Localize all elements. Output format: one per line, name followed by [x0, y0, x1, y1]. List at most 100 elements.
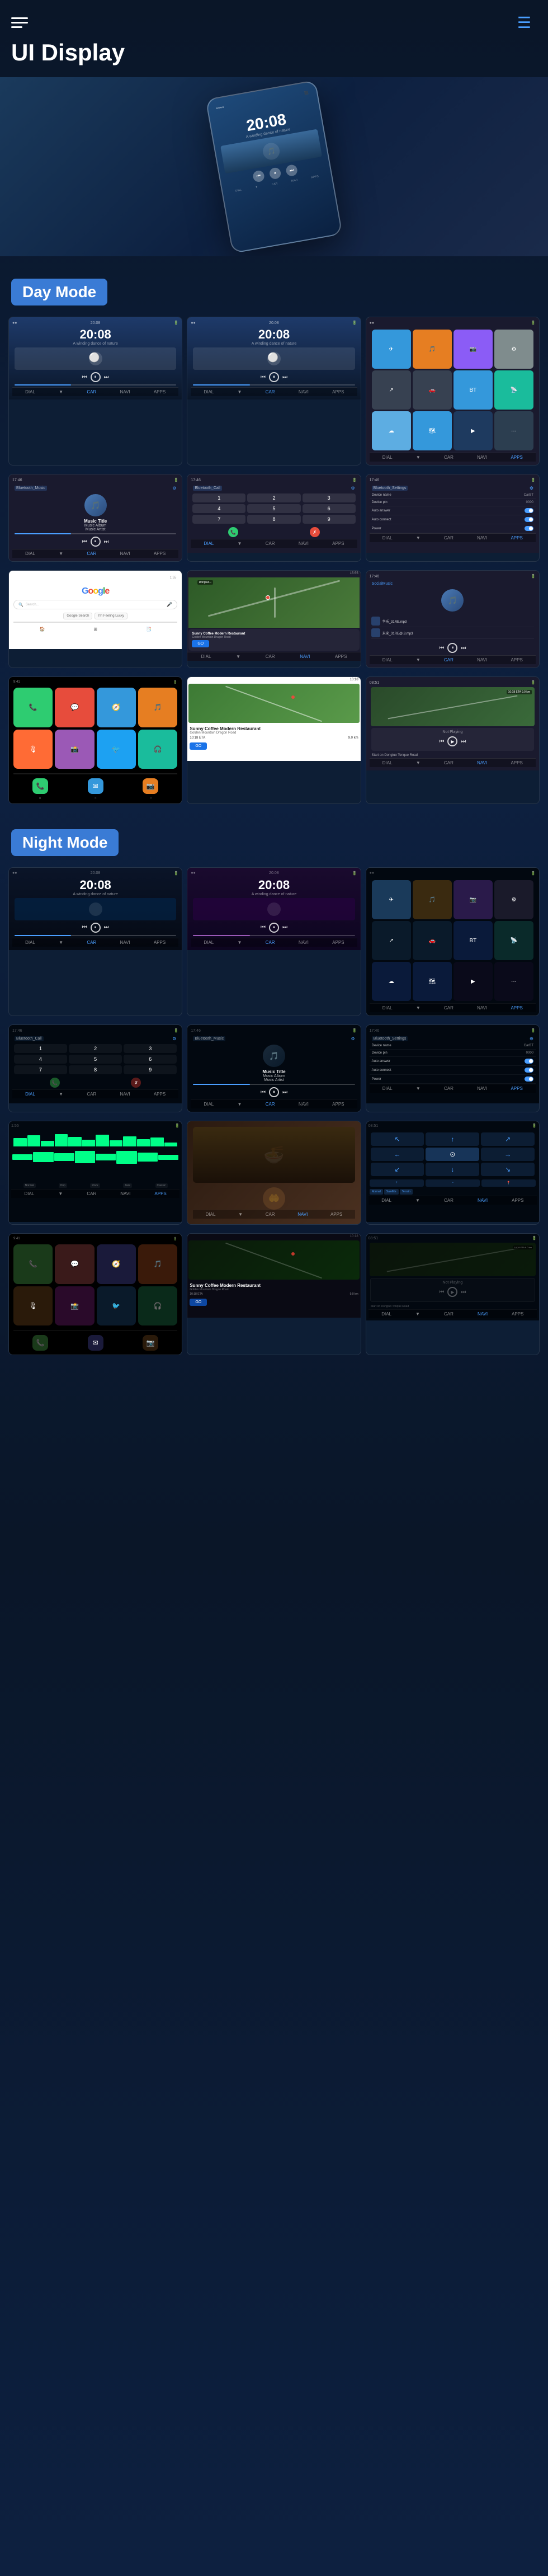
- next-bt[interactable]: ⏭: [104, 539, 109, 545]
- next-np[interactable]: ⏭: [461, 739, 466, 745]
- iphone-app-safari[interactable]: 🧭: [97, 688, 136, 727]
- night-dock-mail[interactable]: ✉: [88, 1335, 103, 1351]
- night-nav-d-s[interactable]: DIAL: [382, 1086, 393, 1091]
- nav-navi-2[interactable]: NAVI: [299, 389, 309, 394]
- night-nav-ap-call[interactable]: APPS: [154, 1092, 166, 1097]
- nav-navi-1[interactable]: NAVI: [120, 389, 130, 394]
- night-iphone-safari[interactable]: 🧭: [97, 1244, 136, 1284]
- night-key-3[interactable]: 3: [124, 1044, 177, 1053]
- nav-d-settings[interactable]: DIAL: [382, 535, 393, 540]
- night-nav-d-fnp[interactable]: DIAL: [381, 1311, 391, 1317]
- nav-dial-2[interactable]: DIAL: [204, 389, 214, 394]
- night-next-1[interactable]: ⏭: [104, 924, 109, 930]
- eq-preset-5[interactable]: Classic: [155, 1183, 168, 1188]
- nav-dial-3[interactable]: DIAL: [382, 455, 393, 460]
- night-iphone-twitter[interactable]: 🐦: [97, 1286, 136, 1325]
- night-iphone-spotify[interactable]: 🎧: [138, 1286, 177, 1325]
- dock-camera[interactable]: 📷: [143, 778, 158, 794]
- nav-a-np[interactable]: ▼: [416, 760, 421, 765]
- dock-mail[interactable]: ✉: [88, 778, 103, 794]
- night-next-np[interactable]: ⏭: [461, 1289, 466, 1295]
- night-key-9[interactable]: 9: [124, 1065, 177, 1074]
- night-prev-2[interactable]: ⏮: [261, 924, 266, 930]
- night-nav-c-1[interactable]: CAR: [87, 940, 96, 945]
- nav-arrow-3[interactable]: ▼: [416, 455, 421, 460]
- night-nav-c-2[interactable]: CAR: [266, 940, 275, 945]
- nav-n-social[interactable]: NAVI: [477, 657, 487, 662]
- night-nav-n-nav[interactable]: NAVI: [478, 1198, 488, 1203]
- app-music[interactable]: 🎵: [413, 330, 452, 369]
- night-key-4[interactable]: 4: [14, 1055, 67, 1064]
- prev-social[interactable]: ⏮: [439, 645, 444, 651]
- key-3[interactable]: 3: [303, 493, 356, 502]
- night-nav-d-eq[interactable]: DIAL: [25, 1191, 35, 1196]
- night-nav-c-eq[interactable]: CAR: [87, 1191, 96, 1196]
- nav-ap-np[interactable]: APPS: [511, 760, 522, 765]
- power-toggle[interactable]: [525, 526, 533, 531]
- iphone-app-insta[interactable]: 📸: [55, 730, 94, 769]
- night-nav-a-fnp[interactable]: ▼: [415, 1311, 420, 1317]
- night-nav-n-fnp[interactable]: NAVI: [478, 1311, 488, 1317]
- night-iphone-podcast[interactable]: 🎙: [13, 1286, 53, 1325]
- iphone-app-music[interactable]: 🎵: [138, 688, 177, 727]
- prev-btn[interactable]: ⏮: [252, 170, 265, 182]
- night-app-navi[interactable]: 🗺: [413, 962, 452, 1001]
- night-end-btn[interactable]: ✗: [131, 1078, 141, 1088]
- nav-a-social[interactable]: ▼: [416, 657, 421, 662]
- night-nav-ap-fnp[interactable]: APPS: [512, 1311, 523, 1317]
- end-call-btn[interactable]: ✗: [310, 527, 320, 537]
- night-app-weather[interactable]: ☁: [372, 962, 411, 1001]
- night-nav-d-2[interactable]: DIAL: [204, 940, 214, 945]
- night-key-1[interactable]: 1: [14, 1044, 67, 1053]
- night-nav-a-bm[interactable]: ▼: [238, 1102, 242, 1107]
- night-nav-ap-eq[interactable]: APPS: [154, 1191, 166, 1196]
- night-nav-a-eq[interactable]: ▼: [58, 1191, 63, 1196]
- night-nav-c-nav[interactable]: CAR: [444, 1198, 453, 1203]
- night-prev-np[interactable]: ⏮: [439, 1289, 444, 1295]
- eq-preset-4[interactable]: Jazz: [123, 1183, 132, 1188]
- menu-icon[interactable]: [11, 11, 34, 34]
- next-social[interactable]: ⏭: [461, 645, 466, 651]
- nav-ap-settings[interactable]: APPS: [511, 535, 522, 540]
- app-navi[interactable]: 🗺: [413, 411, 452, 450]
- nav-d-bt[interactable]: DIAL: [25, 551, 35, 556]
- map-type-terrain[interactable]: Terrain: [400, 1189, 413, 1195]
- location-btn[interactable]: 📍: [481, 1179, 536, 1187]
- nav-arrow-e[interactable]: →: [481, 1148, 535, 1161]
- night-nav-ap-bm[interactable]: APPS: [332, 1102, 344, 1107]
- night-next-2[interactable]: ⏭: [282, 924, 287, 930]
- prev-bt[interactable]: ⏮: [82, 539, 87, 545]
- night-go-button[interactable]: GO: [190, 1299, 207, 1306]
- play-np[interactable]: ▶: [447, 736, 457, 746]
- nav-arrow-sw[interactable]: ↙: [371, 1163, 424, 1176]
- night-auto-answer-toggle[interactable]: [525, 1059, 533, 1064]
- app-wifi[interactable]: 📡: [494, 370, 533, 410]
- nav-d-social[interactable]: DIAL: [382, 657, 393, 662]
- next-icon-1[interactable]: ⏭: [104, 374, 109, 380]
- night-nav-a-call[interactable]: ▼: [59, 1092, 63, 1097]
- key-4[interactable]: 4: [192, 504, 245, 513]
- feeling-lucky-btn[interactable]: I'm Feeling Lucky: [95, 613, 127, 619]
- night-app-car[interactable]: 🚗: [413, 921, 452, 960]
- night-nav-n-1[interactable]: NAVI: [120, 940, 130, 945]
- nav-arrow-ne[interactable]: ↗: [481, 1132, 535, 1146]
- night-nav-a-nav[interactable]: ▼: [415, 1198, 420, 1203]
- google-search-bar[interactable]: 🔍 Search... 🎤: [13, 600, 177, 609]
- nav-c-np[interactable]: CAR: [444, 760, 453, 765]
- key-6[interactable]: 6: [303, 504, 356, 513]
- night-key-2[interactable]: 2: [69, 1044, 122, 1053]
- play-pause-btn[interactable]: ⏸: [268, 167, 281, 180]
- play-social[interactable]: ⏸: [447, 643, 457, 653]
- nav-ap-bt[interactable]: APPS: [154, 551, 166, 556]
- app-bt[interactable]: BT: [453, 370, 493, 410]
- nav-arrow-center[interactable]: ⊙: [426, 1148, 479, 1161]
- night-nav-c-fnp[interactable]: CAR: [444, 1311, 453, 1317]
- night-app-more[interactable]: ···: [494, 962, 533, 1001]
- night-iphone-phone[interactable]: 📞: [13, 1244, 53, 1284]
- nav-car-3[interactable]: CAR: [444, 455, 453, 460]
- eq-preset-2[interactable]: Pop: [59, 1183, 67, 1188]
- call-btn[interactable]: 📞: [228, 527, 238, 537]
- night-nav-c-s[interactable]: CAR: [444, 1086, 453, 1091]
- nav-car-1[interactable]: CAR: [87, 389, 96, 394]
- nav-n-map[interactable]: NAVI: [300, 654, 310, 659]
